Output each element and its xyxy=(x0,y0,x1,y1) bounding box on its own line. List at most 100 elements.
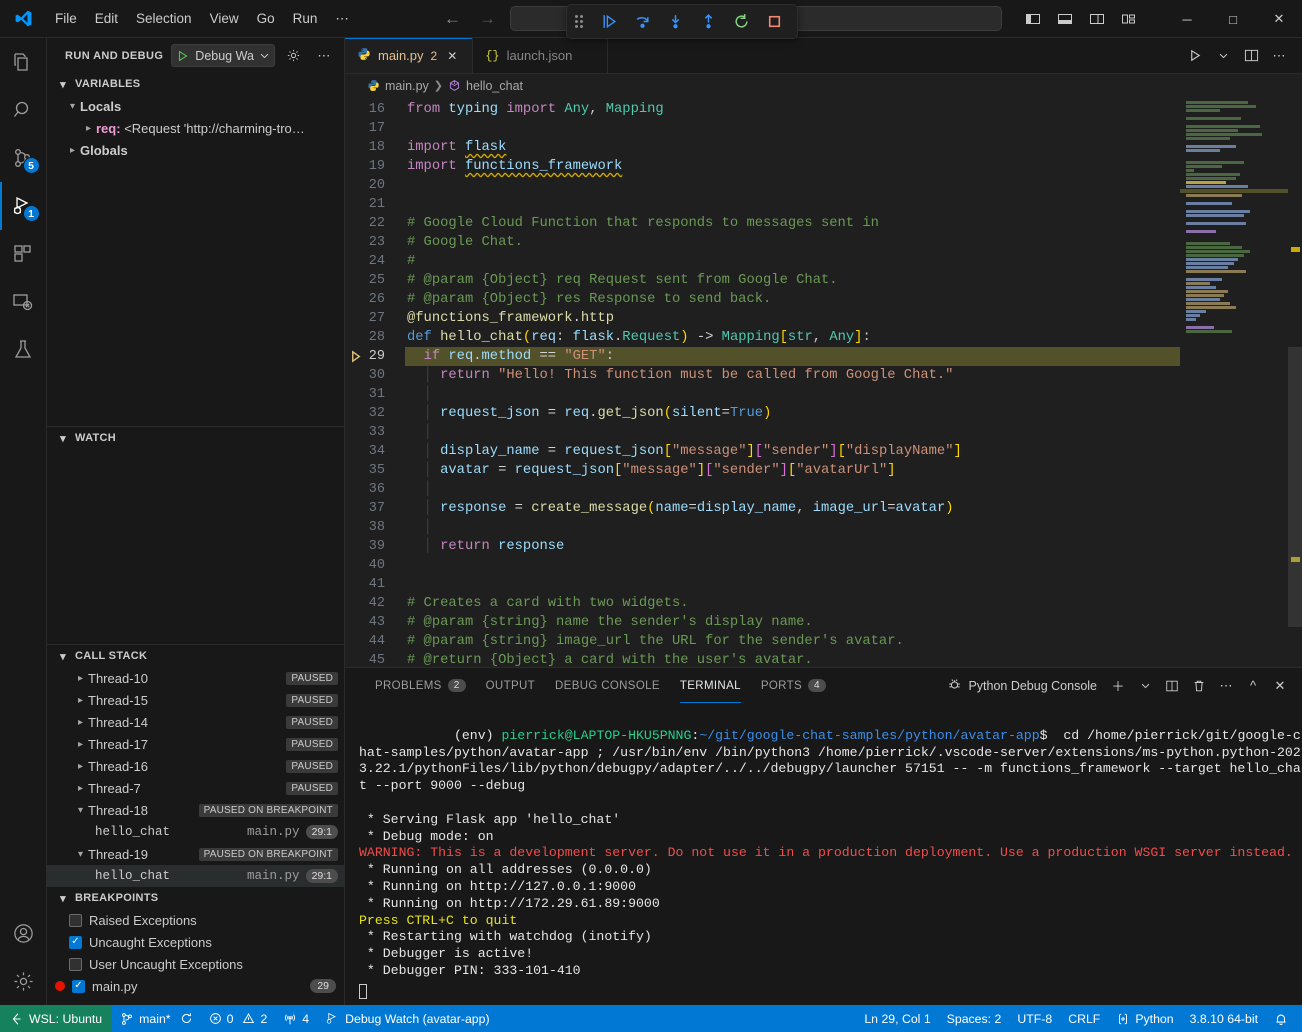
close-button[interactable]: ✕ xyxy=(1256,0,1302,38)
launch-config-dropdown[interactable]: Debug Wa xyxy=(171,44,275,67)
breakpoint-checkbox[interactable] xyxy=(72,980,85,993)
tab-main-py[interactable]: main.py 2 ✕ xyxy=(345,38,473,73)
activity-extensions[interactable] xyxy=(0,230,47,278)
thread-row[interactable]: ▸ Thread-16 PAUSED xyxy=(47,755,344,777)
activity-explorer[interactable] xyxy=(0,38,47,86)
breakpoint-row[interactable]: Raised Exceptions xyxy=(47,909,344,931)
step-out-button[interactable] xyxy=(693,9,723,35)
thread-row[interactable]: ▸ Thread-15 PAUSED xyxy=(47,689,344,711)
overview-ruler[interactable] xyxy=(1288,97,1302,667)
menu-go[interactable]: Go xyxy=(248,7,284,30)
close-panel-icon[interactable]: ✕ xyxy=(1268,674,1292,698)
thread-row[interactable]: ▾ Thread-19 PAUSED ON BREAKPOINT xyxy=(47,843,344,865)
status-eol[interactable]: CRLF xyxy=(1060,1005,1108,1032)
terminal-chevron-down-icon[interactable] xyxy=(1133,674,1157,698)
tab-problems[interactable]: PROBLEMS 2 xyxy=(365,668,476,703)
status-remote-host[interactable]: WSL: Ubuntu xyxy=(0,1005,112,1032)
status-interpreter-version[interactable]: 3.8.10 64-bit xyxy=(1182,1005,1266,1032)
thread-row[interactable]: ▸ Thread-14 PAUSED xyxy=(47,711,344,733)
toggle-panel-icon[interactable] xyxy=(1050,6,1080,32)
activity-remote-explorer[interactable] xyxy=(0,278,47,326)
minimap[interactable] xyxy=(1180,97,1288,667)
split-terminal-icon[interactable] xyxy=(1160,674,1184,698)
stack-frame-row[interactable]: hello_chat main.py 29:1 xyxy=(47,821,344,843)
code-editor[interactable]: 16 17 18 19 20 21 22 23 24 25 26 27 28 2… xyxy=(345,97,1302,667)
drag-handle-icon[interactable] xyxy=(575,13,587,31)
menu-more[interactable]: ⋯ xyxy=(326,7,358,31)
run-python-file-icon[interactable] xyxy=(1182,43,1208,69)
breakpoint-checkbox[interactable] xyxy=(69,936,82,949)
status-ports[interactable]: 4 xyxy=(275,1005,317,1032)
status-cursor-position[interactable]: Ln 29, Col 1 xyxy=(856,1005,938,1032)
go-forward-icon[interactable]: → xyxy=(479,9,496,29)
minimize-button[interactable]: ─ xyxy=(1164,0,1210,38)
customize-layout-icon[interactable] xyxy=(1114,6,1144,32)
breakpoint-row[interactable]: Uncaught Exceptions xyxy=(47,931,344,953)
status-notifications[interactable] xyxy=(1266,1005,1296,1032)
debug-toolbar[interactable] xyxy=(566,4,798,39)
thread-row[interactable]: ▸ Thread-10 PAUSED xyxy=(47,667,344,689)
section-call-stack[interactable]: ▾ CALL STACK xyxy=(47,645,344,667)
activity-accounts[interactable] xyxy=(0,909,47,957)
close-tab-icon[interactable]: ✕ xyxy=(444,49,460,63)
activity-source-control[interactable]: 5 xyxy=(0,134,47,182)
stack-frame-row[interactable]: hello_chat main.py 29:1 xyxy=(47,865,344,887)
code-content[interactable]: from typing import Any, Mapping import f… xyxy=(405,97,1302,667)
tab-launch-json[interactable]: {} launch.json ✕ xyxy=(473,38,608,73)
breakpoint-row[interactable]: main.py 29 xyxy=(47,975,344,997)
panel-more-actions-icon[interactable]: ⋯ xyxy=(1214,674,1238,698)
activity-search[interactable] xyxy=(0,86,47,134)
step-over-button[interactable] xyxy=(627,9,657,35)
tab-output[interactable]: OUTPUT xyxy=(476,668,545,703)
step-into-button[interactable] xyxy=(660,9,690,35)
new-terminal-icon[interactable]: ＋ xyxy=(1106,674,1130,698)
continue-button[interactable] xyxy=(594,9,624,35)
status-debug-session[interactable]: Debug Watch (avatar-app) xyxy=(317,1005,497,1032)
menu-file[interactable]: File xyxy=(46,7,86,30)
kill-terminal-trash-icon[interactable] xyxy=(1187,674,1211,698)
section-watch[interactable]: ▾ WATCH xyxy=(47,427,344,449)
status-encoding[interactable]: UTF-8 xyxy=(1009,1005,1060,1032)
open-launch-settings-icon[interactable] xyxy=(283,45,305,67)
scope-globals[interactable]: ▸ Globals xyxy=(47,139,344,161)
breakpoint-checkbox[interactable] xyxy=(69,958,82,971)
toggle-secondary-sidebar-icon[interactable] xyxy=(1082,6,1112,32)
tab-debug-console[interactable]: DEBUG CONSOLE xyxy=(545,668,670,703)
stop-button[interactable] xyxy=(759,9,789,35)
sidebar-more-actions-icon[interactable]: ⋯ xyxy=(313,45,335,67)
section-breakpoints[interactable]: ▾ BREAKPOINTS xyxy=(47,887,344,909)
variable-req[interactable]: ▸ req: <Request 'http://charming-tro… xyxy=(47,117,344,139)
maximize-panel-icon[interactable]: ^ xyxy=(1241,674,1265,698)
run-options-chevron-down-icon[interactable] xyxy=(1210,43,1236,69)
tab-ports[interactable]: PORTS 4 xyxy=(751,668,836,703)
activity-testing[interactable] xyxy=(0,326,47,374)
tab-terminal[interactable]: TERMINAL xyxy=(670,668,751,703)
toggle-primary-sidebar-icon[interactable] xyxy=(1018,6,1048,32)
activity-settings[interactable] xyxy=(0,957,47,1005)
thread-row[interactable]: ▾ Thread-18 PAUSED ON BREAKPOINT xyxy=(47,799,344,821)
breadcrumb-symbol[interactable]: hello_chat xyxy=(466,79,523,93)
status-language-mode[interactable]: Python xyxy=(1108,1005,1181,1032)
activity-run-and-debug[interactable]: 1 xyxy=(0,182,47,230)
thread-row[interactable]: ▸ Thread-7 PAUSED xyxy=(47,777,344,799)
terminal-selector[interactable]: Python Debug Console xyxy=(947,677,1097,695)
scope-locals[interactable]: ▾ Locals xyxy=(47,95,344,117)
status-problems[interactable]: 0 2 xyxy=(201,1005,276,1032)
editor-more-actions-icon[interactable]: ⋯ xyxy=(1266,43,1292,69)
section-variables[interactable]: ▾ VARIABLES xyxy=(47,73,344,95)
terminal-output[interactable]: (env) pierrick@LAPTOP-HKU5PNNG:~/git/goo… xyxy=(345,703,1302,1005)
maximize-button[interactable]: □ xyxy=(1210,0,1256,38)
status-indentation[interactable]: Spaces: 2 xyxy=(939,1005,1010,1032)
thread-row[interactable]: ▸ Thread-17 PAUSED xyxy=(47,733,344,755)
menu-run[interactable]: Run xyxy=(284,7,327,30)
breakpoint-checkbox[interactable] xyxy=(69,914,82,927)
menu-view[interactable]: View xyxy=(201,7,248,30)
go-back-icon[interactable]: ← xyxy=(444,9,461,29)
menu-selection[interactable]: Selection xyxy=(127,7,201,30)
status-branch[interactable]: main* xyxy=(112,1005,200,1032)
breakpoint-row[interactable]: User Uncaught Exceptions xyxy=(47,953,344,975)
restart-button[interactable] xyxy=(726,9,756,35)
split-editor-right-icon[interactable] xyxy=(1238,43,1264,69)
breadcrumb-file[interactable]: main.py xyxy=(385,79,429,93)
menu-edit[interactable]: Edit xyxy=(86,7,127,30)
